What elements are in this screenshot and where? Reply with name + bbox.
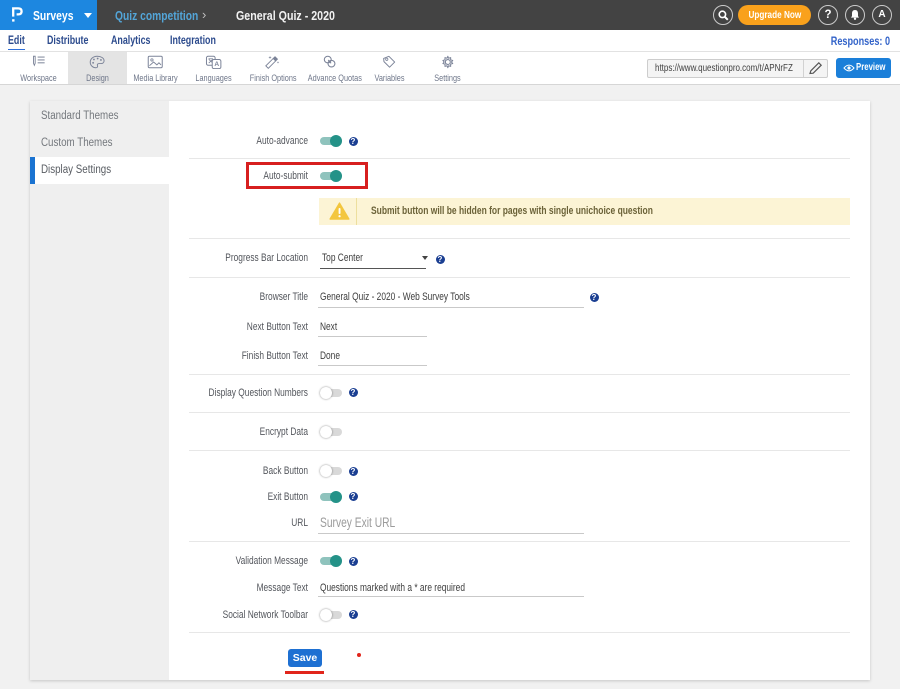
svg-text:A: A [215, 61, 220, 68]
